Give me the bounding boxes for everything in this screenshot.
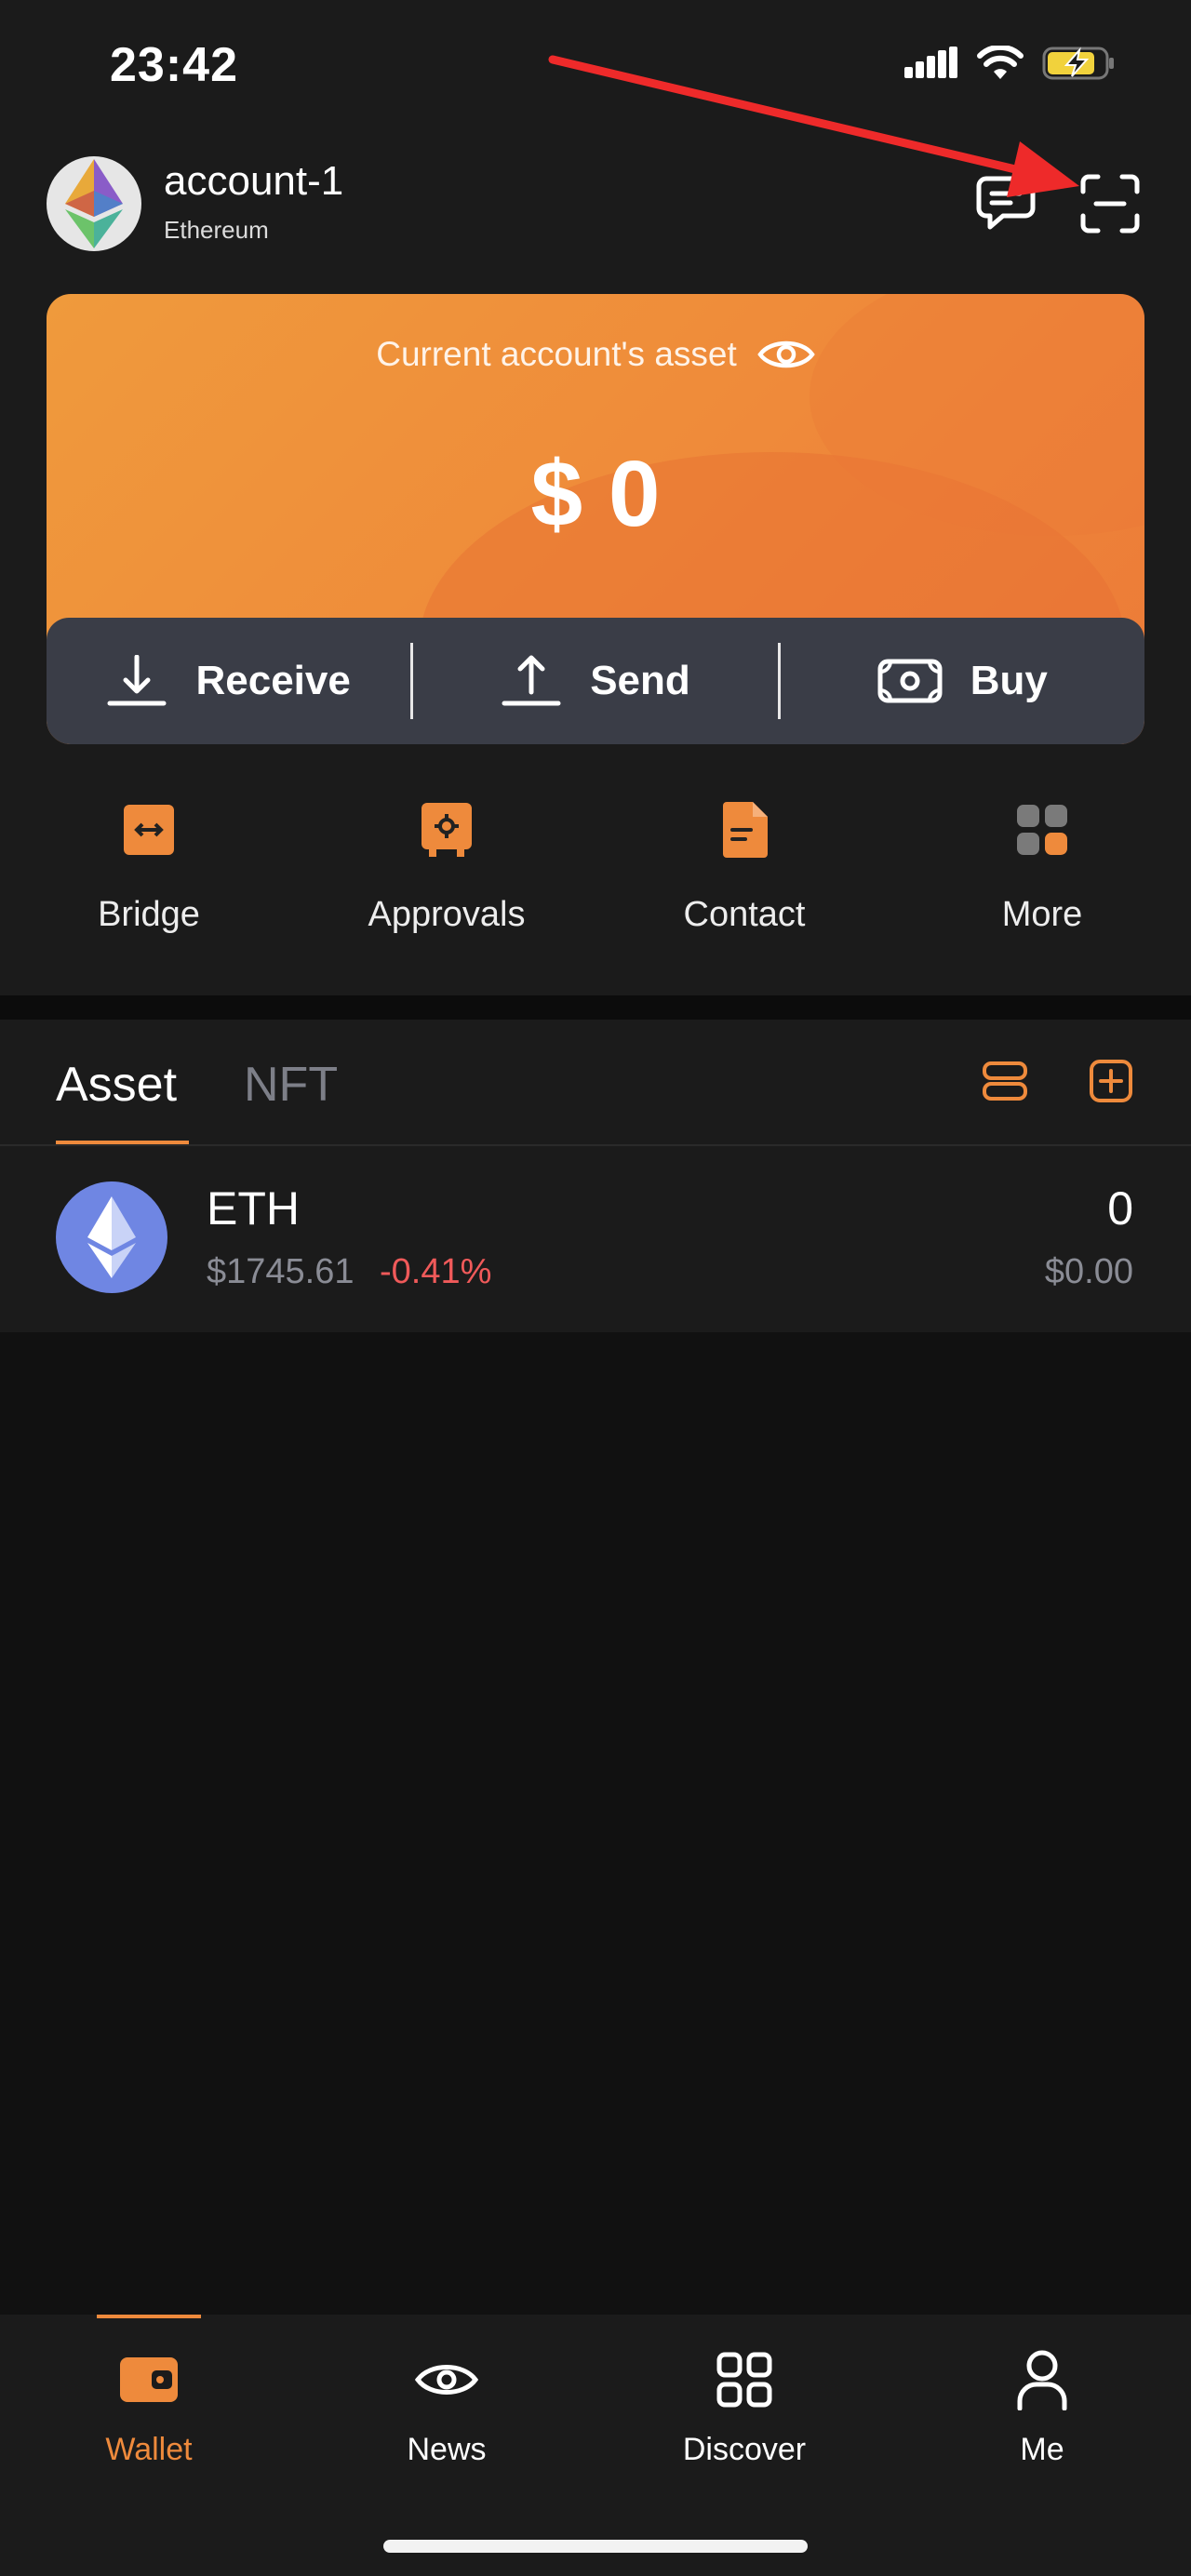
network-name: Ethereum — [164, 216, 269, 244]
list-view-icon — [983, 1061, 1027, 1101]
nav-discover[interactable]: Discover — [596, 2315, 893, 2501]
wifi-icon — [977, 46, 1024, 79]
quick-action-label: Contact — [683, 895, 806, 934]
section-divider — [0, 995, 1191, 1020]
eye-toggle-icon[interactable] — [757, 336, 815, 373]
home-indicator — [383, 2540, 808, 2553]
contact-icon — [715, 800, 774, 860]
nav-label: Wallet — [105, 2432, 193, 2467]
tab-nft[interactable]: NFT — [244, 1057, 338, 1113]
quick-action-contact[interactable]: Contact — [596, 800, 893, 968]
cash-icon — [877, 659, 943, 703]
scan-button[interactable] — [1074, 167, 1146, 240]
nav-me[interactable]: Me — [893, 2315, 1191, 2501]
nav-label: Discover — [682, 2432, 807, 2467]
account-name[interactable]: account-1 — [164, 158, 343, 205]
download-icon — [107, 655, 167, 706]
nav-label: Me — [1020, 2432, 1064, 2467]
header: account-1 Ethereum — [0, 140, 1191, 279]
nav-news[interactable]: News — [298, 2315, 596, 2501]
asset-section: Asset NFT ETH $1745.61 -0.41% 0 $0.00 — [0, 1020, 1191, 1332]
token-price: $1745.61 — [207, 1252, 355, 1291]
more-icon — [1012, 800, 1072, 860]
scan-icon — [1080, 174, 1140, 234]
quick-action-label: Bridge — [98, 895, 200, 934]
add-icon — [1090, 1060, 1132, 1102]
nav-wallet[interactable]: Wallet — [0, 2315, 298, 2501]
quick-action-approvals[interactable]: Approvals — [298, 800, 596, 968]
send-button[interactable]: Send — [413, 618, 777, 744]
chat-button[interactable] — [970, 167, 1042, 240]
eth-token-icon — [56, 1181, 167, 1293]
add-asset-button[interactable] — [1083, 1053, 1139, 1109]
ethereum-logo-icon — [65, 159, 123, 248]
token-balance: 0 — [1107, 1182, 1133, 1235]
tab-asset[interactable]: Asset — [56, 1057, 177, 1113]
bridge-icon — [119, 800, 179, 860]
status-icons — [904, 45, 1117, 82]
manage-assets-button[interactable] — [977, 1053, 1033, 1109]
receive-label: Receive — [195, 658, 351, 703]
asset-label: Current account's asset — [376, 335, 737, 373]
asset-label-row: Current account's asset — [47, 335, 1144, 374]
signal-icon — [904, 47, 957, 78]
status-bar: 23:42 — [0, 0, 1191, 140]
quick-action-more[interactable]: More — [893, 800, 1191, 968]
nav-label: News — [407, 2432, 487, 2467]
grid-icon — [707, 2342, 782, 2417]
receive-button[interactable]: Receive — [47, 618, 410, 744]
buy-button[interactable]: Buy — [781, 618, 1144, 744]
wallet-icon — [112, 2342, 186, 2417]
send-label: Send — [590, 658, 690, 703]
quick-action-bridge[interactable]: Bridge — [0, 800, 298, 968]
chat-icon — [976, 176, 1036, 230]
quick-actions: Bridge Approvals Contact More — [0, 800, 1191, 968]
person-icon — [1005, 2342, 1079, 2417]
card-actions: Receive Send Buy — [47, 618, 1144, 744]
approvals-icon — [417, 800, 476, 860]
token-fiat-value: $0.00 — [1044, 1252, 1133, 1291]
token-symbol: ETH — [207, 1182, 300, 1235]
total-asset-amount: $ 0 — [530, 442, 661, 546]
asset-card: Current account's asset $ 0 Receive Send — [47, 294, 1144, 744]
battery-icon — [1042, 47, 1114, 80]
buy-label: Buy — [970, 658, 1048, 703]
status-time: 23:42 — [110, 38, 238, 92]
quick-action-label: More — [1001, 895, 1083, 934]
token-row[interactable]: ETH $1745.61 -0.41% 0 $0.00 — [0, 1146, 1191, 1332]
quick-action-label: Approvals — [368, 895, 526, 934]
bottom-navigation: Wallet News Discover Me — [0, 2315, 1191, 2576]
account-avatar[interactable] — [47, 156, 141, 251]
upload-icon — [502, 655, 561, 706]
eye-icon — [409, 2342, 484, 2417]
token-price-change: -0.41% — [380, 1252, 492, 1291]
